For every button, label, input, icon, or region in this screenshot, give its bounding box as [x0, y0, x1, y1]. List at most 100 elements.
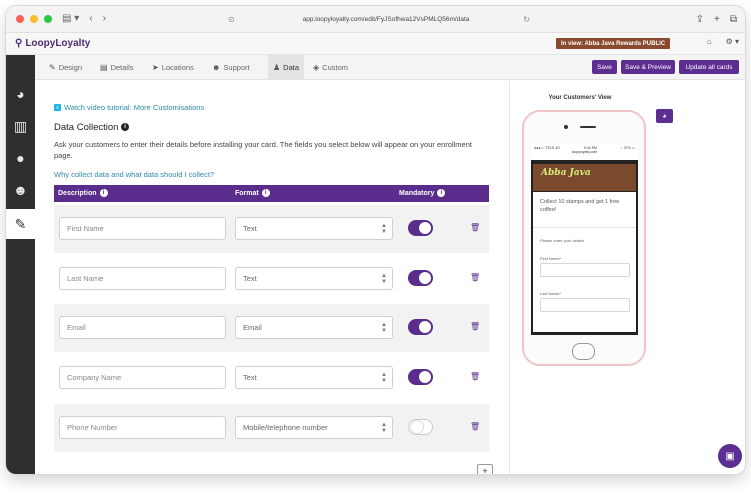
minimize-window-button[interactable]: [30, 15, 38, 23]
card-offer-text: Collect 10 stamps and get 1 free coffee!: [540, 199, 620, 213]
tab-custom[interactable]: ◈ Custom: [313, 55, 348, 79]
info-icon[interactable]: i: [121, 123, 130, 132]
tab-data[interactable]: ♟ Data: [268, 55, 305, 79]
field-format-select[interactable]: Email ▲ ▼: [235, 316, 393, 339]
tab-details[interactable]: ▤ Details: [100, 55, 134, 79]
page-title: Data Collection i: [54, 122, 130, 133]
field-format-select[interactable]: Mobile/telephone number ▲ ▼: [235, 416, 393, 439]
mandatory-toggle[interactable]: [408, 419, 433, 435]
video-tutorial-link[interactable]: v Watch video tutorial: More Customisati…: [54, 103, 204, 112]
field-format-select[interactable]: Text ▲ ▼: [235, 217, 393, 240]
format-value: Text: [243, 224, 257, 233]
tabs-icon[interactable]: ⧉: [730, 14, 737, 25]
reload-icon[interactable]: ↻: [523, 15, 530, 24]
settings-icon[interactable]: ⚙ ▾: [726, 37, 739, 46]
palette-icon: ◕: [662, 112, 667, 120]
mandatory-toggle[interactable]: [408, 369, 433, 385]
header-icons: ⌂ ⚙ ▾: [707, 37, 739, 46]
speaker-grille: [580, 126, 596, 128]
select-arrows-icon: ▲ ▼: [381, 223, 387, 235]
phone-mockup: ●●●○○ TELS 4G 9:44 PM ↑ 37% ▭ loopyloyal…: [522, 110, 646, 366]
format-value: Email: [243, 323, 262, 332]
trash-icon[interactable]: 🗑: [470, 322, 480, 331]
window-controls: [16, 15, 52, 23]
maximize-window-button[interactable]: [44, 15, 52, 23]
sidebar-icon[interactable]: ▤ ▾: [62, 14, 79, 24]
preview-toggle-button[interactable]: ◕: [656, 109, 673, 123]
field-description-input[interactable]: Phone Number: [59, 416, 226, 439]
column-format: Format i: [235, 189, 270, 197]
comments-icon[interactable]: ●: [6, 143, 35, 173]
first-name-label: First Name*: [540, 256, 562, 261]
table-row: Last Name Text ▲ ▼ 🗑: [54, 255, 489, 303]
update-all-cards-button[interactable]: Update all cards: [679, 60, 739, 74]
phone-home-button: [572, 343, 595, 360]
field-description-input[interactable]: Last Name: [59, 267, 226, 290]
new-tab-icon[interactable]: +: [714, 14, 720, 25]
field-description-input[interactable]: Company Name: [59, 366, 226, 389]
add-field-button[interactable]: +: [477, 464, 493, 474]
address-bar[interactable]: ⊙ app.loopyloyalty.com/edit/FyJSofhwa12V…: [206, 11, 566, 28]
format-value: Text: [243, 274, 257, 283]
enrollment-card: Collect 10 stamps and get 1 free coffee!…: [533, 192, 636, 332]
table-row: Email Email ▲ ▼ 🗑: [54, 304, 489, 352]
tab-locations[interactable]: ➤ Locations: [152, 55, 194, 79]
dashboard-icon[interactable]: ◕: [6, 79, 35, 109]
tab-label: Support: [223, 62, 250, 72]
field-format-select[interactable]: Text ▲ ▼: [235, 267, 393, 290]
select-arrows-icon: ▲ ▼: [381, 422, 387, 434]
users-icon[interactable]: ☻: [6, 175, 35, 205]
chat-bubble-icon[interactable]: ▣: [718, 444, 742, 468]
home-icon[interactable]: ⌂: [707, 37, 712, 46]
brand-logo-text: Abba Java: [541, 168, 591, 178]
info-icon[interactable]: i: [261, 189, 270, 197]
save-preview-button[interactable]: Save & Preview: [621, 60, 675, 74]
save-button[interactable]: Save: [592, 60, 617, 74]
tab-design[interactable]: ✎ Design: [49, 55, 82, 79]
mandatory-toggle[interactable]: [408, 319, 433, 335]
field-format-select[interactable]: Text ▲ ▼: [235, 366, 393, 389]
phone-screen: ●●●○○ TELS 4G 9:44 PM ↑ 37% ▭ loopyloyal…: [531, 144, 638, 335]
back-icon[interactable]: ‹: [89, 14, 92, 24]
brand-logo[interactable]: ⚲ LoopyLoyalty: [15, 38, 90, 49]
column-mandatory: Mandatory i: [399, 189, 446, 197]
tab-label: Locations: [161, 62, 194, 72]
close-window-button[interactable]: [16, 15, 24, 23]
trash-icon[interactable]: 🗑: [470, 273, 480, 282]
last-name-field[interactable]: [540, 298, 630, 312]
tab-label: Details: [110, 62, 134, 72]
tab-support[interactable]: ☻ Support: [212, 55, 250, 79]
user-icon: ♟: [273, 62, 281, 72]
forward-icon[interactable]: ›: [103, 14, 106, 24]
field-description-input[interactable]: Email: [59, 316, 226, 339]
format-value: Text: [243, 373, 257, 382]
bar-chart-icon[interactable]: ▥: [6, 111, 35, 141]
toggle-knob: [419, 371, 431, 383]
trash-icon[interactable]: 🗑: [470, 372, 480, 381]
brand-banner: Abba Java: [533, 164, 636, 191]
column-label: Format: [235, 189, 259, 197]
field-description-input[interactable]: First Name: [59, 217, 226, 240]
share-icon[interactable]: ⇪: [696, 14, 704, 25]
mandatory-toggle[interactable]: [408, 270, 433, 286]
tab-label: Design: [58, 62, 83, 72]
first-name-field[interactable]: [540, 263, 630, 277]
form-prompt: Please enter your details: [540, 238, 585, 243]
pencil-icon[interactable]: ✎: [6, 209, 35, 239]
table-row: Company Name Text ▲ ▼ 🗑: [54, 354, 489, 402]
in-view-badge[interactable]: In view: Abba Java Rewards PUBLIC: [556, 38, 671, 49]
info-icon[interactable]: i: [437, 189, 446, 197]
trash-icon[interactable]: 🗑: [470, 223, 480, 232]
select-arrows-icon: ▲ ▼: [381, 322, 387, 334]
column-label: Description: [58, 189, 97, 197]
toggle-knob: [411, 421, 423, 433]
why-collect-link[interactable]: Why collect data and what data should I …: [54, 170, 214, 179]
mandatory-toggle[interactable]: [408, 220, 433, 236]
table-row: First Name Text ▲ ▼ 🗑: [54, 205, 489, 253]
trash-icon[interactable]: 🗑: [470, 422, 480, 431]
phone-status-bar: ●●●○○ TELS 4G 9:44 PM ↑ 37% ▭ loopyloyal…: [531, 144, 638, 160]
users-icon: ☻: [212, 62, 221, 72]
info-icon[interactable]: i: [99, 189, 108, 197]
toggle-knob: [419, 222, 431, 234]
select-arrows-icon: ▲ ▼: [381, 372, 387, 384]
